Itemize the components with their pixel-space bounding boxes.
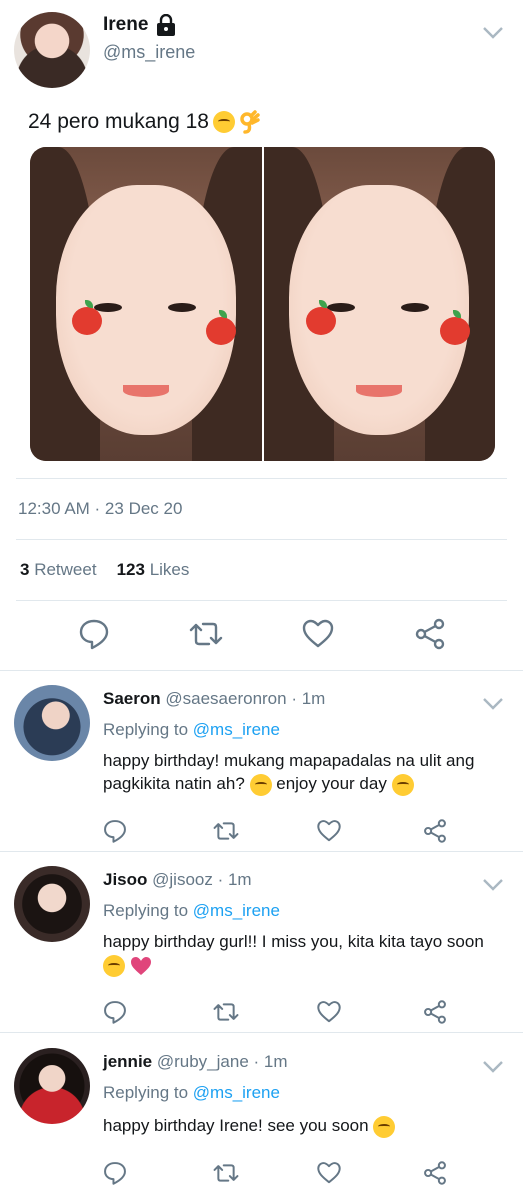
reply-tweet[interactable]: jennie @ruby_jane · 1m Replying to @ms_i… <box>0 1034 523 1200</box>
lock-icon <box>156 13 176 36</box>
kissing-face-icon <box>373 1115 396 1138</box>
likes-stat[interactable]: 123 Likes <box>117 560 190 580</box>
chevron-down-icon[interactable] <box>482 26 504 40</box>
tweet-text: 24 pero mukang 18 <box>28 110 209 133</box>
reply-text-block: happy birthday Irene! see you soon <box>103 1114 508 1138</box>
retweet-icon[interactable] <box>213 999 239 1025</box>
chevron-down-icon[interactable] <box>482 1060 504 1074</box>
ok-hand-icon <box>239 110 261 134</box>
reply-tweet[interactable]: Saeron @saesaeronron · 1m Replying to @m… <box>0 671 523 852</box>
retweet-icon[interactable] <box>213 818 239 844</box>
replying-to: Replying to @ms_irene <box>103 720 280 739</box>
reply-tweet[interactable]: Jisoo @jisooz · 1m Replying to @ms_irene… <box>0 852 523 1033</box>
avatar[interactable] <box>14 866 90 942</box>
reply-time: · 1m <box>212 870 252 889</box>
retweet-icon[interactable] <box>213 1160 239 1186</box>
chevron-down-icon[interactable] <box>482 697 504 711</box>
reply-icon[interactable] <box>102 818 128 844</box>
chevron-down-icon[interactable] <box>482 878 504 892</box>
reply-time: · 1m <box>248 1052 288 1071</box>
reply-author-name[interactable]: jennie <box>103 1052 152 1071</box>
author-name-row: Irene <box>103 13 176 36</box>
tweet-actions <box>0 617 523 657</box>
reply-author-handle[interactable]: @ruby_jane <box>157 1052 249 1071</box>
grinning-squinting-face-icon <box>249 773 272 796</box>
share-icon[interactable] <box>422 818 448 844</box>
reply-actions <box>0 999 523 1027</box>
avatar[interactable] <box>14 12 90 88</box>
like-icon[interactable] <box>316 1160 342 1186</box>
reply-text-block: happy birthday gurl!! I miss you, kita k… <box>103 930 508 977</box>
author-handle[interactable]: @ms_irene <box>103 42 195 63</box>
divider <box>0 1032 523 1033</box>
divider <box>16 600 507 601</box>
tweet-text-row: 24 pero mukang 18 <box>28 110 261 134</box>
reply-author-handle[interactable]: @jisooz <box>152 870 213 889</box>
reply-icon[interactable] <box>102 1160 128 1186</box>
divider <box>16 478 507 479</box>
avatar[interactable] <box>14 1048 90 1124</box>
like-icon[interactable] <box>316 999 342 1025</box>
replying-to-link[interactable]: @ms_irene <box>193 720 280 739</box>
retweet-icon[interactable] <box>189 617 223 651</box>
share-icon[interactable] <box>413 617 447 651</box>
avatar[interactable] <box>14 685 90 761</box>
replying-to: Replying to @ms_irene <box>103 1083 280 1102</box>
kissing-face-icon <box>103 954 125 977</box>
reply-actions <box>0 818 523 846</box>
sparkling-heart-icon <box>130 956 152 976</box>
reply-header: Saeron @saesaeronron · 1m <box>103 689 325 709</box>
replying-to-link[interactable]: @ms_irene <box>193 901 280 920</box>
reply-text-block: happy birthday! mukang mapapadalas na ul… <box>103 749 508 796</box>
retweet-stat[interactable]: 3 Retweet <box>20 560 97 580</box>
divider <box>16 539 507 540</box>
smiling-face-icon <box>391 773 414 796</box>
tweet-photo[interactable] <box>30 147 262 461</box>
reply-time: · 1m <box>286 689 326 708</box>
replying-to-link[interactable]: @ms_irene <box>193 1083 280 1102</box>
author-name[interactable]: Irene <box>103 14 148 36</box>
tweet-photo[interactable] <box>263 147 495 461</box>
tweet-media[interactable] <box>30 147 495 461</box>
tweet-stats: 3 Retweet 123 Likes <box>20 560 189 580</box>
replying-to: Replying to @ms_irene <box>103 901 280 920</box>
reply-author-name[interactable]: Saeron <box>103 689 161 708</box>
reply-icon[interactable] <box>77 617 111 651</box>
reply-author-handle[interactable]: @saesaeronron <box>165 689 286 708</box>
reply-icon[interactable] <box>102 999 128 1025</box>
like-icon[interactable] <box>316 818 342 844</box>
reply-author-name[interactable]: Jisoo <box>103 870 147 889</box>
reply-header: jennie @ruby_jane · 1m <box>103 1052 288 1072</box>
kissing-face-icon <box>212 111 235 133</box>
share-icon[interactable] <box>422 1160 448 1186</box>
reply-text: happy birthday Irene! see you soon <box>103 1116 369 1135</box>
tweet-timestamp[interactable]: 12:30 AM · 23 Dec 20 <box>18 499 182 519</box>
reply-header: Jisoo @jisooz · 1m <box>103 870 252 890</box>
reply-actions <box>0 1160 523 1188</box>
reply-text: happy birthday gurl!! I miss you, kita k… <box>103 932 484 951</box>
like-icon[interactable] <box>301 617 335 651</box>
share-icon[interactable] <box>422 999 448 1025</box>
reply-text: enjoy your day <box>276 774 387 793</box>
